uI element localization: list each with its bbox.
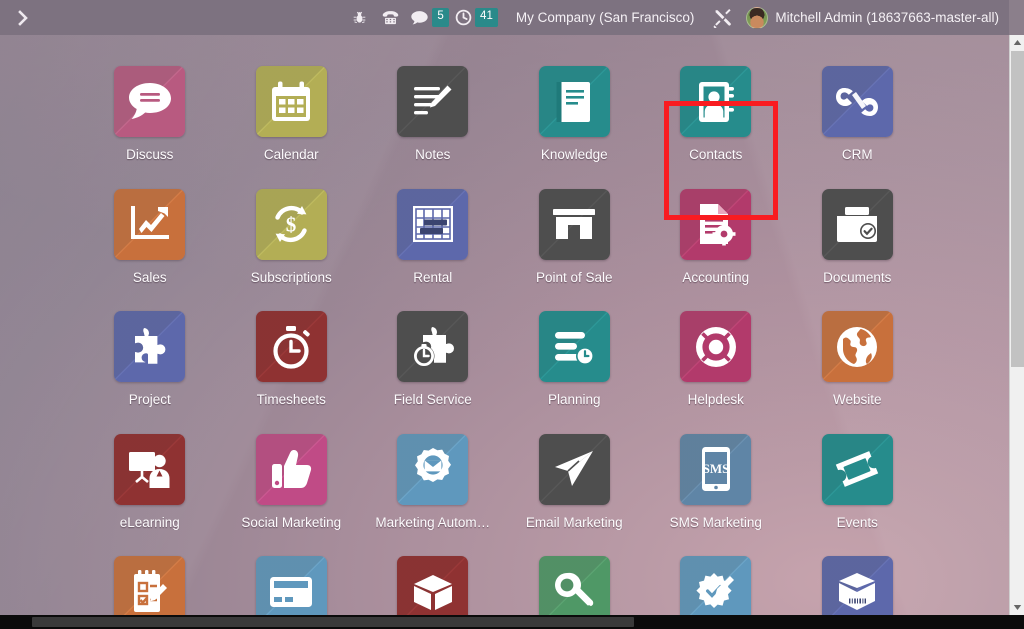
email-plane-icon[interactable]	[538, 433, 610, 505]
elearning-board-icon[interactable]	[114, 433, 186, 505]
app-item[interactable]: Planning	[504, 311, 646, 434]
app-label: Field Service	[393, 392, 472, 407]
app-label: Social Marketing	[241, 514, 342, 530]
messages-badge: 5	[432, 8, 450, 27]
app-item[interactable]: Documents	[787, 188, 929, 312]
app-label: Marketing Autom…	[375, 514, 491, 530]
app-label: eLearning	[119, 514, 180, 530]
app-label: Subscriptions	[250, 269, 332, 285]
app-item[interactable]: Timesheets	[221, 311, 363, 434]
app-item[interactable]: $ Subscriptions	[221, 188, 363, 312]
app-item[interactable]: Events	[787, 433, 929, 557]
app-item[interactable]: eLearning	[79, 433, 221, 557]
app-item[interactable]: Contacts	[645, 66, 787, 189]
subscriptions-dollar-icon[interactable]: $	[255, 188, 327, 260]
app-label: Documents	[823, 269, 892, 285]
app-item[interactable]: SMS SMS Marketing	[645, 433, 787, 557]
social-thumbsup-icon[interactable]	[255, 433, 327, 505]
documents-box-check-icon[interactable]	[821, 188, 893, 260]
company-switcher[interactable]: My Company (San Francisco)	[500, 10, 707, 25]
app-label: Helpdesk	[687, 392, 744, 407]
app-item[interactable]: Knowledge	[504, 66, 646, 189]
voip-phone-icon[interactable]	[375, 0, 406, 35]
app-label: Discuss	[126, 147, 174, 162]
messages-counter[interactable]: 5	[406, 0, 451, 35]
avatar	[746, 6, 769, 29]
accounting-doc-gear-icon[interactable]	[680, 188, 752, 260]
bug-icon[interactable]	[344, 0, 375, 35]
vertical-scrollbar[interactable]	[1009, 35, 1024, 615]
apps-desktop: Discuss Calendar Notes Knowledge Contact…	[0, 35, 1009, 629]
website-globe-icon[interactable]	[821, 311, 893, 382]
scroll-down-arrow-icon[interactable]	[1010, 600, 1024, 615]
app-label: Calendar	[263, 147, 319, 162]
scrollbar-corner	[1009, 615, 1024, 629]
fieldservice-icon[interactable]	[397, 311, 469, 382]
app-item[interactable]: Point of Sale	[504, 188, 646, 312]
app-item[interactable]: CRM	[787, 66, 929, 189]
app-item[interactable]: Sales	[79, 188, 221, 312]
app-label: Website	[832, 392, 882, 407]
horizontal-scrollbar[interactable]	[0, 615, 1024, 629]
knowledge-book-icon[interactable]	[538, 66, 610, 137]
app-item[interactable]: Social Marketing	[221, 433, 363, 557]
app-item[interactable]: Discuss	[79, 66, 221, 189]
scroll-up-arrow-icon[interactable]	[1010, 35, 1024, 50]
contacts-addressbook-icon[interactable]	[680, 66, 752, 137]
odoo-apps-window: 5 41 My Company (San Francisco) Mitchell…	[0, 0, 1024, 629]
user-menu[interactable]: Mitchell Admin (18637663-master-all)	[740, 6, 1009, 29]
discuss-icon[interactable]	[114, 66, 186, 137]
app-item[interactable]: Email Marketing	[504, 433, 646, 557]
app-label: Project	[128, 392, 171, 407]
app-item[interactable]: Website	[787, 311, 929, 434]
app-label: Sales	[132, 269, 167, 285]
top-navbar: 5 41 My Company (San Francisco) Mitchell…	[0, 0, 1009, 35]
app-item[interactable]: Project	[79, 311, 221, 434]
svg-text:$: $	[286, 213, 297, 237]
user-menu-label: Mitchell Admin (18637663-master-all)	[775, 10, 999, 25]
app-label: Point of Sale	[535, 269, 613, 285]
horizontal-scroll-thumb[interactable]	[32, 617, 634, 627]
app-label: Events	[836, 514, 878, 530]
planning-bars-clock-icon[interactable]	[538, 311, 610, 382]
activities-counter[interactable]: 41	[451, 0, 500, 35]
clock-icon	[455, 9, 472, 26]
app-item[interactable]: Calendar	[221, 66, 363, 189]
app-label: Rental	[413, 269, 453, 285]
apps-grid: Discuss Calendar Notes Knowledge Contact…	[79, 35, 1009, 629]
app-label: CRM	[841, 147, 873, 162]
app-label: Accounting	[682, 269, 750, 285]
vertical-scroll-thumb[interactable]	[1011, 51, 1024, 367]
app-item[interactable]: Rental	[362, 188, 504, 312]
marketing-gear-mail-icon[interactable]	[397, 433, 469, 505]
notes-icon[interactable]	[397, 66, 469, 137]
sales-chart-icon[interactable]	[114, 188, 186, 260]
svg-text:SMS: SMS	[702, 461, 729, 476]
app-label: Knowledge	[540, 147, 608, 162]
app-label: Notes	[415, 147, 451, 162]
app-label: Email Marketing	[525, 514, 623, 530]
sidebar-toggle-chevron-right-icon[interactable]	[0, 0, 46, 35]
helpdesk-lifering-icon[interactable]	[680, 311, 752, 382]
rental-gantt-icon[interactable]	[397, 188, 469, 260]
app-item[interactable]: Helpdesk	[645, 311, 787, 434]
app-item[interactable]: Field Service	[362, 311, 504, 434]
app-item[interactable]: Accounting	[645, 188, 787, 312]
app-label: Contacts	[689, 147, 743, 162]
comment-icon	[410, 10, 429, 26]
app-label: SMS Marketing	[669, 514, 762, 530]
app-label: Timesheets	[256, 392, 326, 407]
sms-phone-icon[interactable]: SMS	[680, 433, 752, 505]
project-puzzle-icon[interactable]	[114, 311, 186, 382]
crm-handshake-icon[interactable]	[821, 66, 893, 137]
calendar-icon[interactable]	[255, 66, 327, 137]
events-ticket-icon[interactable]	[821, 433, 893, 505]
tools-icon[interactable]	[706, 0, 740, 35]
activities-badge: 41	[475, 8, 498, 27]
timesheets-stopwatch-icon[interactable]	[255, 311, 327, 382]
app-label: Planning	[547, 392, 601, 407]
pos-shop-icon[interactable]	[538, 188, 610, 260]
app-item[interactable]: Marketing Autom…	[362, 433, 504, 557]
app-item[interactable]: Notes	[362, 66, 504, 189]
